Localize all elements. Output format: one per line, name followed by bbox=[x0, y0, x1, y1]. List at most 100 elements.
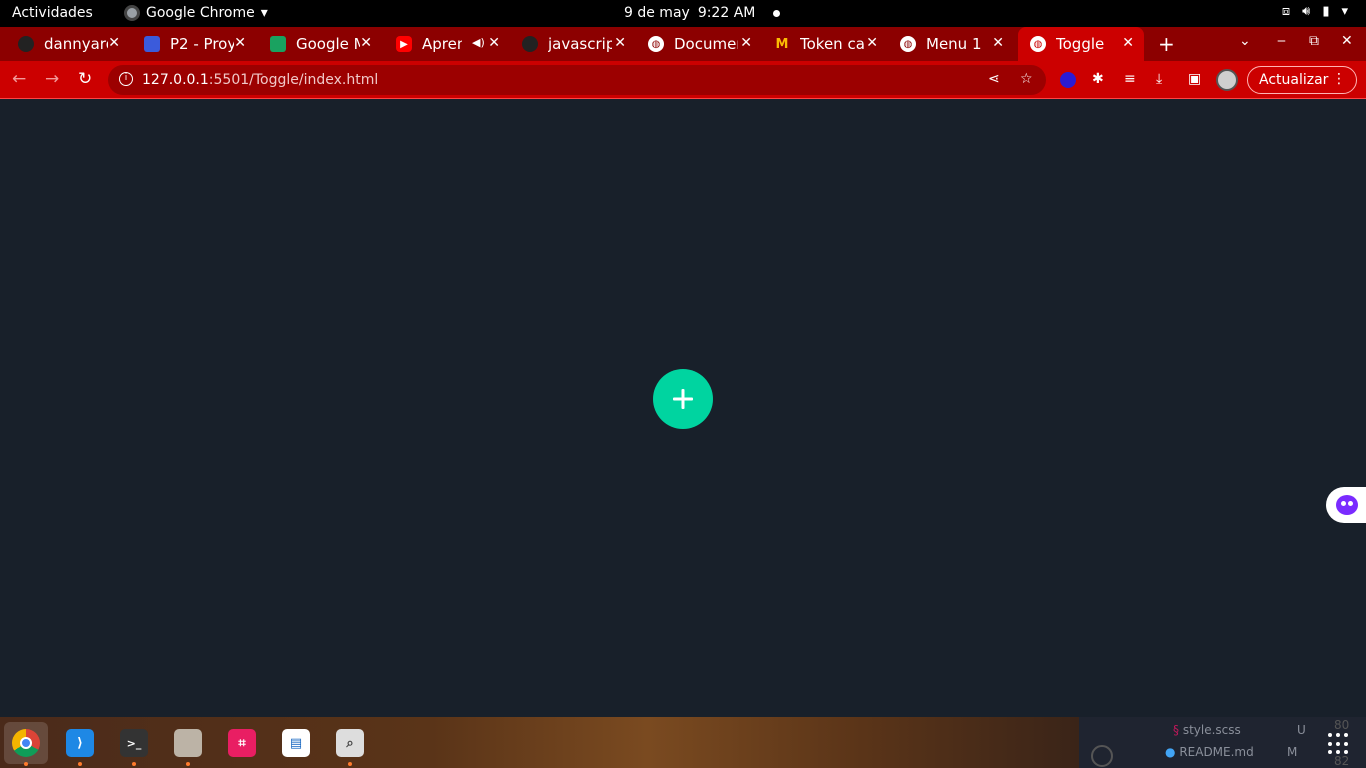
tab-youtube[interactable]: ▶ Aprend ◀︎) ✕ bbox=[396, 27, 506, 61]
tab-title: dannyarda bbox=[44, 35, 108, 53]
battery-icon: ▮ bbox=[1322, 4, 1330, 19]
crop-icon: ⌗ bbox=[228, 729, 256, 757]
running-indicator bbox=[24, 762, 28, 766]
tab-google-meet[interactable]: Google Meet ✕ bbox=[270, 27, 378, 61]
running-indicator bbox=[186, 762, 190, 766]
close-icon[interactable]: ✕ bbox=[488, 35, 500, 51]
close-icon[interactable]: ✕ bbox=[866, 35, 878, 51]
address-bar[interactable]: i 127.0.0.1:5501/Toggle/index.html ⋖ ☆ bbox=[108, 65, 1046, 95]
gmail-icon: M bbox=[775, 36, 789, 52]
magnifier-icon: ⌕ bbox=[336, 729, 364, 757]
file-name: README.md bbox=[1179, 745, 1254, 759]
clock-date: 9 de may bbox=[624, 5, 690, 21]
close-icon[interactable]: ✕ bbox=[1122, 35, 1134, 51]
close-icon[interactable]: ✕ bbox=[234, 35, 246, 51]
toggle-fab-button[interactable] bbox=[653, 369, 713, 429]
tab-title: Menu 1 bbox=[926, 35, 982, 53]
tab-document[interactable]: ◍ Document ✕ bbox=[648, 27, 758, 61]
close-icon[interactable]: ✕ bbox=[360, 35, 372, 51]
open-file-readme[interactable]: ● README.md M bbox=[1165, 745, 1333, 759]
tab-gmail[interactable]: M Token can ✕ bbox=[774, 27, 884, 61]
tab-search-chevron-icon[interactable]: ⌄ bbox=[1239, 33, 1251, 49]
sass-icon: § bbox=[1173, 723, 1179, 737]
url-text[interactable]: 127.0.0.1:5501/Toggle/index.html bbox=[142, 72, 378, 88]
github-icon bbox=[522, 36, 538, 52]
dock: ⟩ >_ ⌗ ▤ ⌕ bbox=[0, 717, 1079, 768]
close-icon[interactable]: ✕ bbox=[614, 35, 626, 51]
clock[interactable]: 9 de may 9:22 AM bbox=[624, 5, 781, 21]
tab-classroom[interactable]: P2 - Proyecto ✕ bbox=[144, 27, 252, 61]
running-indicator bbox=[348, 762, 352, 766]
youtube-icon: ▶ bbox=[396, 36, 412, 52]
editor-strip: § style.scss U ● README.md M 80 82 bbox=[1079, 717, 1366, 768]
page-viewport bbox=[0, 100, 1366, 717]
tab-github[interactable]: dannyarda ✕ bbox=[18, 27, 126, 61]
globe-icon: ◍ bbox=[900, 36, 916, 52]
tab-toggle[interactable]: ◍ Toggle ✕ bbox=[1018, 27, 1144, 61]
tab-title: Document bbox=[674, 35, 738, 53]
forward-button[interactable]: → bbox=[45, 69, 59, 89]
url-host: 127.0.0.1 bbox=[142, 72, 209, 88]
open-file-style[interactable]: § style.scss U bbox=[1173, 723, 1333, 737]
chrome-icon bbox=[12, 729, 40, 757]
close-window-button[interactable]: ✕ bbox=[1341, 33, 1353, 49]
file-status: U bbox=[1297, 723, 1306, 737]
notification-dot bbox=[773, 9, 781, 17]
new-tab-button[interactable]: + bbox=[1158, 32, 1175, 56]
close-icon[interactable]: ✕ bbox=[108, 35, 120, 51]
line-number: 80 bbox=[1334, 718, 1350, 732]
download-icon[interactable]: ⤓ bbox=[1156, 71, 1162, 87]
dock-terminal[interactable]: >_ bbox=[112, 722, 156, 766]
update-label: Actualizar bbox=[1259, 72, 1329, 88]
close-icon[interactable]: ✕ bbox=[992, 35, 1004, 51]
audio-playing-icon[interactable]: ◀︎) bbox=[472, 36, 485, 49]
tab-javascript[interactable]: javascript ✕ bbox=[522, 27, 632, 61]
system-top-bar: Actividades Google Chrome ▾ 9 de may 9:2… bbox=[0, 0, 1366, 27]
activities-button[interactable]: Actividades bbox=[12, 5, 93, 21]
file-status: M bbox=[1287, 745, 1298, 759]
running-indicator bbox=[132, 762, 136, 766]
dock-vscode[interactable]: ⟩ bbox=[58, 722, 102, 766]
tab-strip: dannyarda ✕ P2 - Proyecto ✕ Google Meet … bbox=[0, 27, 1366, 61]
account-icon[interactable] bbox=[1091, 745, 1113, 767]
plus-icon bbox=[673, 389, 693, 409]
side-panel-icon[interactable]: ▣ bbox=[1188, 71, 1201, 87]
info-icon[interactable]: i bbox=[119, 72, 133, 86]
globe-icon: ◍ bbox=[648, 36, 664, 52]
dock-files[interactable] bbox=[166, 722, 210, 766]
file-name: style.scss bbox=[1182, 723, 1241, 737]
tab-menu-1[interactable]: ◍ Menu 1 ✕ bbox=[900, 27, 1010, 61]
show-apps-grid-icon[interactable] bbox=[1328, 733, 1350, 755]
extension-icon[interactable] bbox=[1060, 72, 1076, 88]
puzzle-extensions-icon[interactable]: ✱ bbox=[1092, 71, 1104, 87]
bookmark-star-icon[interactable]: ☆ bbox=[1020, 71, 1033, 87]
tab-title: Aprend bbox=[422, 35, 462, 53]
kebab-menu-icon[interactable]: ⋮ bbox=[1332, 71, 1346, 87]
system-tray[interactable]: ⧈ 🔊︎ ▮ ▾ bbox=[1282, 4, 1348, 19]
share-icon[interactable]: ⋖ bbox=[988, 71, 1000, 87]
tab-title: Toggle bbox=[1056, 35, 1105, 53]
classroom-icon bbox=[144, 36, 160, 52]
back-button[interactable]: ← bbox=[12, 69, 26, 89]
dock-chrome[interactable] bbox=[4, 722, 48, 766]
clock-time: 9:22 AM bbox=[697, 5, 756, 21]
maximize-button[interactable]: ⧉ bbox=[1309, 33, 1319, 49]
profile-avatar[interactable] bbox=[1216, 69, 1238, 91]
tab-title: javascript bbox=[548, 35, 612, 53]
dock-screenshot[interactable]: ⌗ bbox=[220, 722, 264, 764]
app-name: Google Chrome bbox=[146, 5, 255, 21]
chevron-down-icon: ▾ bbox=[260, 5, 268, 21]
close-icon[interactable]: ✕ bbox=[740, 35, 752, 51]
dock-image-viewer[interactable]: ⌕ bbox=[328, 722, 372, 766]
meet-icon bbox=[270, 36, 286, 52]
update-button[interactable]: Actualizar ⋮ bbox=[1247, 66, 1357, 94]
running-indicator bbox=[78, 762, 82, 766]
app-menu[interactable]: Google Chrome ▾ bbox=[124, 5, 268, 21]
reload-button[interactable]: ↻ bbox=[78, 69, 92, 89]
media-queue-icon[interactable]: ≡ bbox=[1124, 71, 1136, 87]
dock-writer[interactable]: ▤ bbox=[274, 722, 318, 764]
minimize-button[interactable]: ‒ bbox=[1277, 33, 1286, 49]
assistant-widget[interactable] bbox=[1326, 487, 1366, 523]
document-icon: ▤ bbox=[282, 729, 310, 757]
url-path: :5501/Toggle/index.html bbox=[208, 72, 379, 88]
